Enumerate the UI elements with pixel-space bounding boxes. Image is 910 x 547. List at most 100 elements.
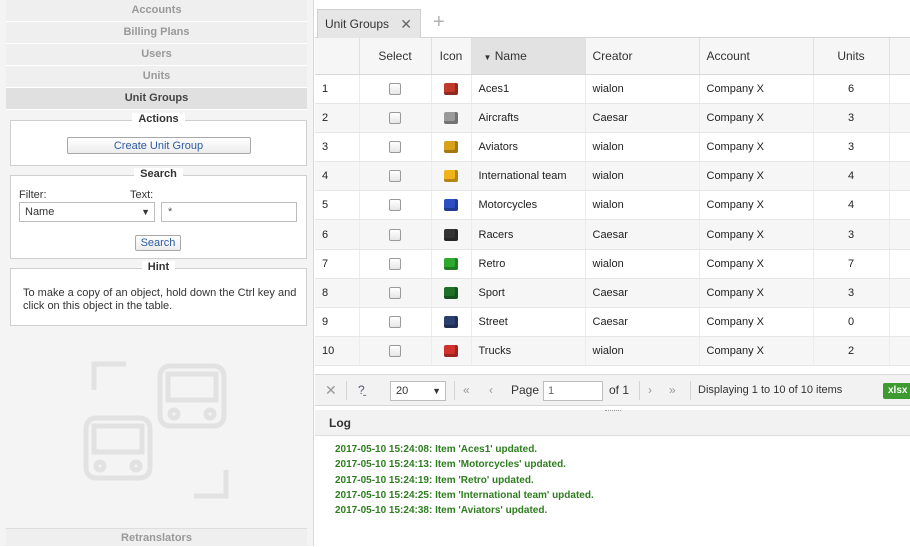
row-select[interactable] [359,249,432,279]
row-account: Company X [699,74,814,104]
row-units: 3 [813,103,890,133]
first-page-icon[interactable]: « [463,375,470,406]
row-select[interactable] [359,161,432,192]
row-select[interactable] [359,307,432,338]
col-number-header [315,38,360,75]
close-tab-icon[interactable]: ✕ [400,10,412,38]
col-name-header[interactable]: ▼ Name [471,38,586,75]
actions-box: Actions Create Unit Group [10,113,307,166]
row-extra [889,219,910,250]
row-units: 3 [813,219,890,250]
table-row[interactable]: 5 Motorcycles wialon Company X4 [315,190,910,221]
next-page-icon[interactable]: › [648,375,652,406]
row-checkbox[interactable] [389,111,401,124]
clear-icon[interactable]: ✕ [325,375,337,406]
page-size-select[interactable]: 20 ▼ [390,381,446,401]
nav-accounts[interactable]: Accounts [6,0,307,22]
row-checkbox[interactable] [389,286,401,299]
page-of-label: of 1 [609,383,630,397]
page-number-input[interactable]: 1 [543,381,603,401]
table-row[interactable]: 8 Sport Caesar Company X3 [315,278,910,309]
log-line: 2017-05-10 15:24:19: Item 'Retro' update… [335,474,534,486]
col-units-header[interactable]: Units [813,38,890,75]
row-creator: Caesar [585,278,700,309]
row-select[interactable] [359,336,432,367]
row-creator: Caesar [585,103,700,133]
row-checkbox[interactable] [389,345,401,358]
row-account: Company X [699,307,814,338]
row-select[interactable] [359,74,432,104]
row-checkbox[interactable] [389,228,401,241]
left-panel: Accounts Billing Plans Users Units Unit … [0,0,314,546]
row-checkbox[interactable] [389,257,401,270]
yellow-box-icon [444,170,458,183]
row-select[interactable] [359,103,432,133]
col-creator-header[interactable]: Creator [585,38,700,75]
table-row[interactable]: 1 Aces1 wialon Company X6 [315,74,910,104]
row-icon [431,336,472,367]
table-row[interactable]: 3 Aviators wialon Company X3 [315,132,910,163]
log-line: 2017-05-10 15:24:13: Item 'Motorcycles' … [335,459,566,471]
table-row[interactable]: 9 Street Caesar Company X0 [315,307,910,338]
chevron-down-icon: ▼ [141,207,150,217]
row-checkbox[interactable] [389,82,401,95]
nav-billing-plans[interactable]: Billing Plans [6,22,307,44]
table-row[interactable]: 4 International team wialon Company X4 [315,161,910,192]
add-tab-icon[interactable]: + [433,10,445,34]
row-icon [431,190,472,221]
chevron-down-icon: ▼ [432,386,441,396]
row-select[interactable] [359,219,432,250]
search-text-input[interactable]: * [161,202,297,222]
table-row[interactable]: 2 Aircrafts Caesar Company X3 [315,103,910,133]
row-select[interactable] [359,278,432,309]
row-name: International team [471,161,586,192]
hint-legend: Hint [141,261,176,273]
row-creator: wialon [585,336,700,367]
row-checkbox[interactable] [389,141,401,154]
blue-box-icon [444,199,458,212]
row-number: 8 [315,278,360,309]
row-account: Company X [699,132,814,163]
row-select[interactable] [359,190,432,221]
row-units: 3 [813,278,890,309]
row-extra [889,74,910,104]
row-checkbox[interactable] [389,316,401,329]
row-creator: Caesar [585,307,700,338]
nav-users[interactable]: Users [6,44,307,66]
table-row[interactable]: 10 Trucks wialon Company X2 [315,336,910,367]
last-page-icon[interactable]: » [669,375,676,406]
row-units: 0 [813,307,890,338]
resize-grip-icon[interactable] [605,410,621,413]
sport-car-icon [444,286,458,299]
page-size-value: 20 [396,385,409,397]
prev-page-icon[interactable]: ‹ [489,375,493,406]
row-checkbox[interactable] [389,199,401,212]
search-legend: Search [134,168,183,180]
row-select[interactable] [359,132,432,163]
displaying-text: Displaying 1 to 10 of 10 items [698,384,843,396]
search-button[interactable]: Search [135,235,181,251]
nav-unit-groups[interactable]: Unit Groups [6,88,307,110]
nav-retranslators[interactable]: Retranslators [6,528,307,546]
row-creator: wialon [585,249,700,279]
row-creator: wialon [585,161,700,192]
filter-select[interactable]: Name ▼ [19,202,155,222]
col-name-header-label: Name [494,48,527,63]
export-xlsx-button[interactable]: xlsx [883,383,910,399]
row-extra [889,307,910,338]
col-account-header[interactable]: Account [699,38,814,75]
create-unit-group-button[interactable]: Create Unit Group [66,137,251,154]
nav-units[interactable]: Units [6,66,307,88]
row-checkbox[interactable] [389,170,401,183]
aviator-icon [444,141,458,154]
row-creator: wialon [585,74,700,104]
unit-groups-watermark-icon [83,361,229,499]
table-row[interactable]: 6 Racers Caesar Company X3 [315,219,910,250]
row-number: 4 [315,161,360,192]
tab-unit-groups[interactable]: Unit Groups ✕ [317,9,421,38]
row-number: 1 [315,74,360,104]
log-line: 2017-05-10 15:24:08: Item 'Aces1' update… [335,444,538,455]
row-units: 3 [813,132,890,163]
help-sort-icon[interactable]: ?̱ [358,375,365,406]
table-row[interactable]: 7 Retro wialon Company X7 [315,249,910,279]
